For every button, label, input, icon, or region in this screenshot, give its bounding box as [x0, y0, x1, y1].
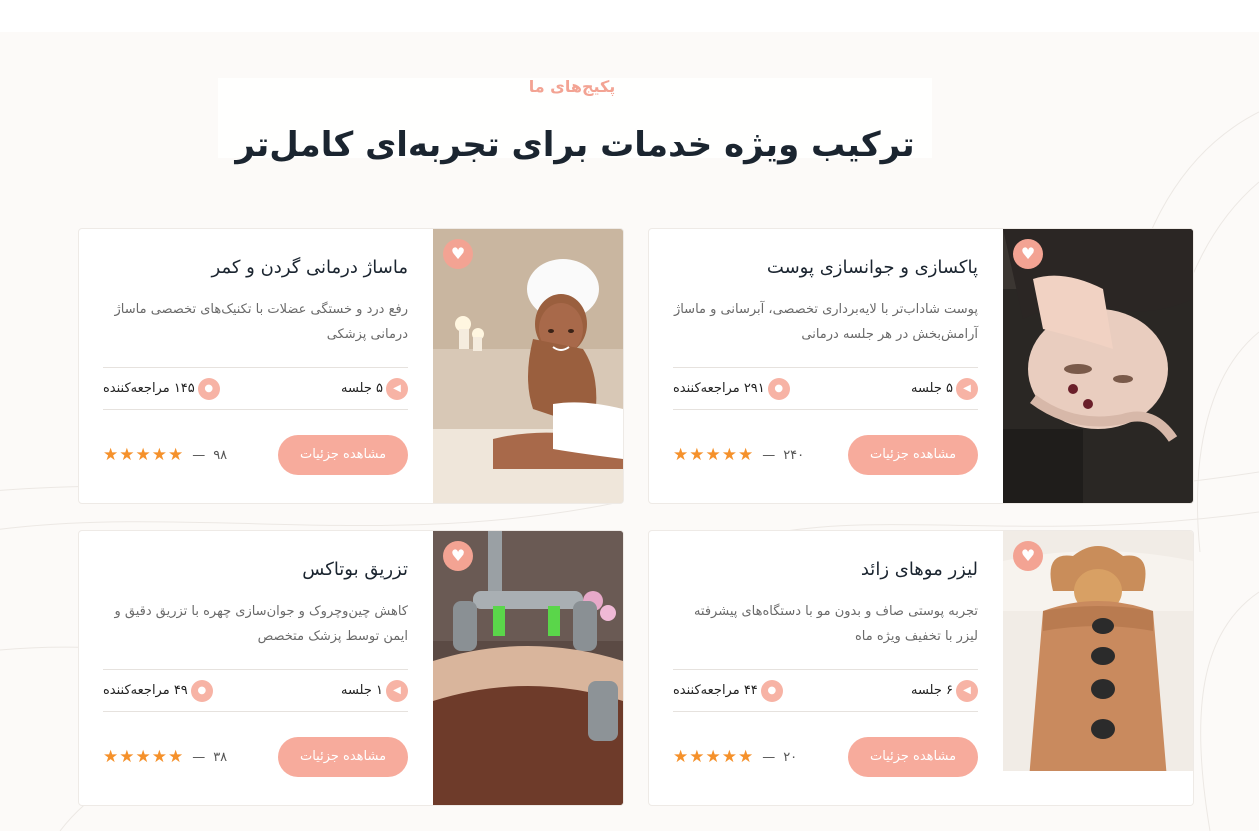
view-details-button[interactable]: مشاهده جزئیات [278, 737, 408, 777]
section-eyebrow: پکیج‌های ما [528, 77, 616, 96]
package-card: ♥ ماساژ درمانی گردن و کمر رفع درد و خستگ… [78, 228, 624, 504]
package-title: لیزر موهای زائد [860, 559, 978, 580]
package-footer: مشاهده جزئیات ۲۰ — ★★★★★ [673, 737, 978, 777]
sessions-info: ◀ ۵ جلسه [340, 377, 408, 400]
star-icon: ★★★★★ [103, 445, 185, 465]
view-details-button[interactable]: مشاهده جزئیات [848, 737, 978, 777]
spa-woman-towel-image [433, 229, 623, 503]
package-description: کاهش چین‌وچروک و جوان‌سازی چهره با تزریق… [114, 604, 408, 644]
heart-icon: ♥ [1020, 546, 1036, 565]
package-meta: ◀ ۵ جلسه ● ۲۹۱ مراجعه‌کننده [673, 367, 978, 410]
visitors-info: ● ۴۹ مراجعه‌کننده [103, 679, 213, 702]
heart-icon: ♥ [1020, 244, 1036, 263]
rating-separator: — [762, 447, 776, 463]
sessions-count: ۵ جلسه [340, 381, 383, 396]
package-content: پاکسازی و جوانسازی پوست پوست شاداب‌تر با… [673, 229, 978, 503]
rating-separator: — [762, 749, 776, 765]
package-description: پوست شاداب‌تر با لایه‌برداری تخصصی، آبرس… [673, 302, 978, 342]
package-image-botox[interactable] [433, 531, 623, 805]
package-image-massage[interactable] [433, 229, 623, 503]
sessions-count: ۶ جلسه [910, 683, 953, 698]
star-icon: ★★★★★ [673, 445, 755, 465]
package-title: ماساژ درمانی گردن و کمر [211, 257, 408, 278]
user-icon: ● [767, 377, 790, 400]
play-icon: ◀ [386, 679, 408, 702]
play-icon: ◀ [956, 679, 978, 702]
section-title: ترکیب ویژه خدمات برای تجربه‌ای کامل‌تر [235, 125, 915, 165]
laser-device-image [433, 531, 623, 805]
rating: ۹۸ — ★★★★★ [103, 445, 227, 465]
visitors-count: ۴۴ مراجعه‌کننده [673, 683, 758, 698]
favorite-button[interactable]: ♥ [443, 239, 473, 269]
package-title: پاکسازی و جوانسازی پوست [766, 257, 978, 278]
visitors-info: ● ۱۴۵ مراجعه‌کننده [103, 377, 220, 400]
visitors-count: ۴۹ مراجعه‌کننده [103, 683, 188, 698]
sessions-info: ◀ ۵ جلسه [910, 377, 978, 400]
star-icon: ★★★★★ [103, 747, 185, 767]
package-description: رفع درد و خستگی عضلات با تکنیک‌های تخصصی… [114, 302, 409, 342]
visitors-count: ۲۹۱ مراجعه‌کننده [673, 381, 765, 396]
package-content: لیزر موهای زائد تجربه پوستی صاف و بدون م… [673, 531, 978, 805]
heart-icon: ♥ [450, 244, 466, 263]
view-details-button[interactable]: مشاهده جزئیات [848, 435, 978, 475]
package-title: تزریق بوتاکس [302, 559, 408, 580]
sessions-count: ۵ جلسه [910, 381, 953, 396]
review-count: ۲۴۰ [783, 447, 805, 463]
view-details-button[interactable]: مشاهده جزئیات [278, 435, 408, 475]
hot-stone-massage-image [1003, 531, 1193, 805]
package-content: ماساژ درمانی گردن و کمر رفع درد و خستگی … [103, 229, 408, 503]
visitors-count: ۱۴۵ مراجعه‌کننده [103, 381, 195, 396]
visitors-info: ● ۴۴ مراجعه‌کننده [673, 679, 783, 702]
user-icon: ● [190, 679, 213, 702]
star-icon: ★★★★★ [673, 747, 755, 767]
package-image-laser[interactable] [1003, 531, 1193, 805]
review-count: ۹۸ [213, 447, 228, 463]
favorite-button[interactable]: ♥ [1013, 541, 1043, 571]
facial-treatment-image [1003, 229, 1193, 503]
package-footer: مشاهده جزئیات ۳۸ — ★★★★★ [103, 737, 408, 777]
sessions-info: ◀ ۱ جلسه [340, 679, 408, 702]
play-icon: ◀ [386, 377, 408, 400]
package-description: تجربه پوستی صاف و بدون مو با دستگاه‌های … [693, 604, 978, 644]
package-card: ♥ تزریق بوتاکس کاهش چین‌وچروک و جوان‌ساز… [78, 530, 624, 806]
rating-separator: — [192, 447, 206, 463]
rating: ۲۴۰ — ★★★★★ [673, 445, 804, 465]
user-icon: ● [760, 679, 783, 702]
review-count: ۲۰ [783, 749, 798, 765]
package-meta: ◀ ۵ جلسه ● ۱۴۵ مراجعه‌کننده [103, 367, 408, 410]
rating: ۳۸ — ★★★★★ [103, 747, 227, 767]
favorite-button[interactable]: ♥ [1013, 239, 1043, 269]
heart-icon: ♥ [450, 546, 466, 565]
play-icon: ◀ [956, 377, 978, 400]
review-count: ۳۸ [213, 749, 228, 765]
sessions-count: ۱ جلسه [340, 683, 383, 698]
rating-separator: — [192, 749, 206, 765]
package-card: ♥ لیزر موهای زائد تجربه پوستی صاف و بدون… [648, 530, 1194, 806]
rating: ۲۰ — ★★★★★ [673, 747, 797, 767]
package-footer: مشاهده جزئیات ۹۸ — ★★★★★ [103, 435, 408, 475]
package-image-facial[interactable] [1003, 229, 1193, 503]
packages-section: پکیج‌های ما ترکیب ویژه خدمات برای تجربه‌… [0, 32, 1259, 831]
sessions-info: ◀ ۶ جلسه [910, 679, 978, 702]
package-content: تزریق بوتاکس کاهش چین‌وچروک و جوان‌سازی … [103, 531, 408, 805]
package-card: ♥ پاکسازی و جوانسازی پوست پوست شاداب‌تر … [648, 228, 1194, 504]
package-meta: ◀ ۱ جلسه ● ۴۹ مراجعه‌کننده [103, 669, 408, 712]
favorite-button[interactable]: ♥ [443, 541, 473, 571]
package-meta: ◀ ۶ جلسه ● ۴۴ مراجعه‌کننده [673, 669, 978, 712]
package-footer: مشاهده جزئیات ۲۴۰ — ★★★★★ [673, 435, 978, 475]
visitors-info: ● ۲۹۱ مراجعه‌کننده [673, 377, 790, 400]
user-icon: ● [197, 377, 220, 400]
